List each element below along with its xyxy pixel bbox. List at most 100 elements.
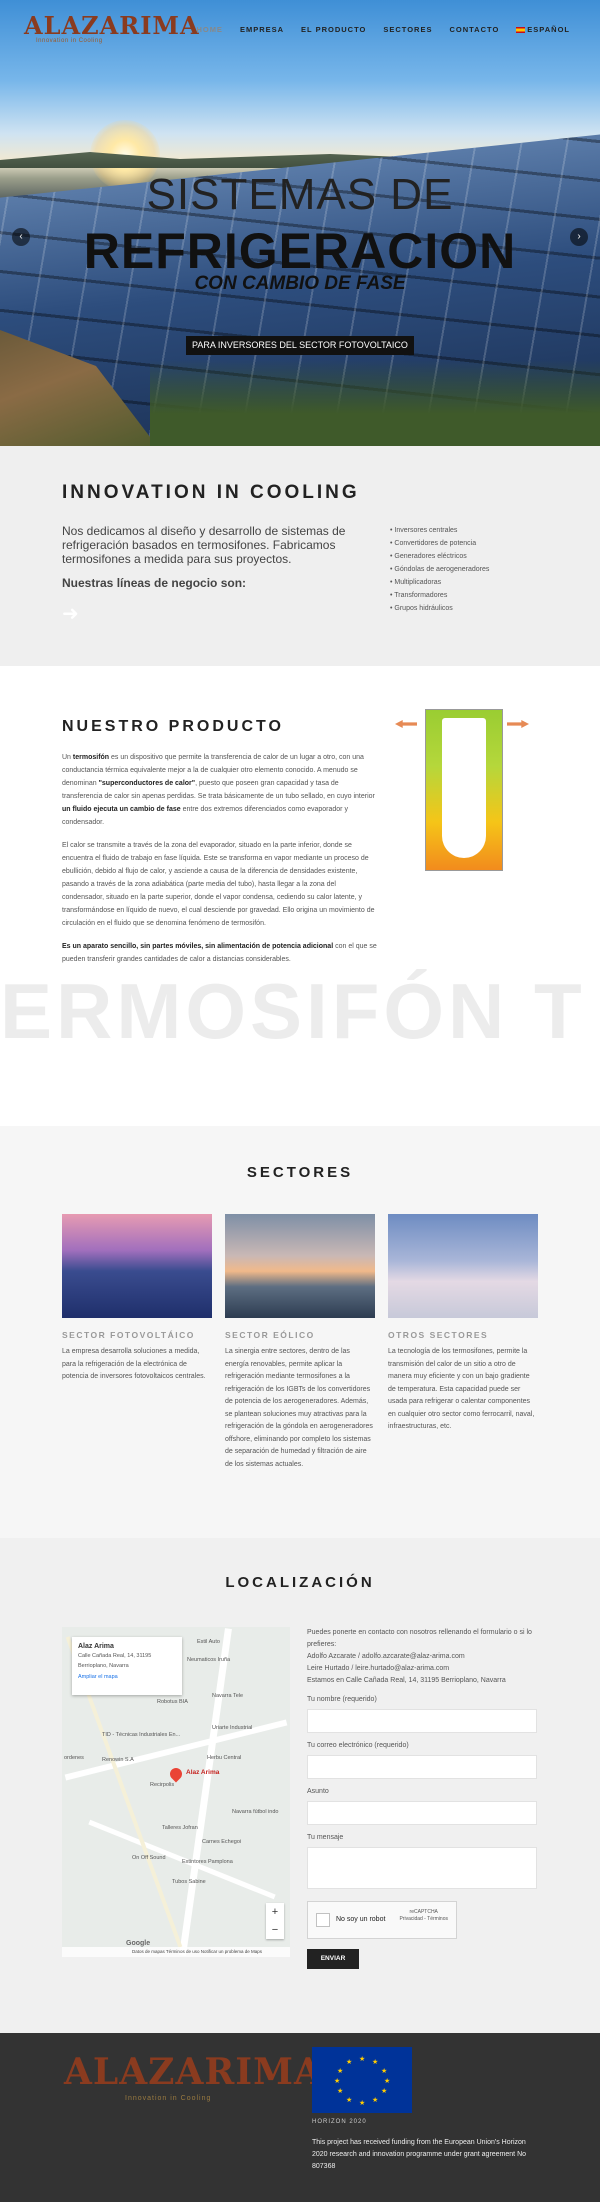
map-pin-icon[interactable] <box>167 1765 185 1783</box>
location-section: LOCALIZACIÓN Alaz Arima Calle Cañada Rea… <box>0 1538 600 2033</box>
sector-card-pv: SECTOR FOTOVOLTÁICO La empresa desarroll… <box>62 1214 212 1384</box>
recaptcha-checkbox[interactable] <box>316 1913 330 1927</box>
hero-slider: SISTEMAS DE REFRIGERACION CON CAMBIO DE … <box>0 0 600 446</box>
language-selector[interactable]: ESPAÑOL <box>516 25 570 34</box>
map-label: Herbu Central <box>207 1755 242 1761</box>
nav-home[interactable]: HOME <box>196 25 223 34</box>
map-label: On Off Sound <box>132 1855 166 1861</box>
recaptcha-label: No soy un robot <box>336 1916 386 1923</box>
slider-prev-icon[interactable]: ‹ <box>12 228 30 246</box>
hero-cta-button[interactable]: PARA INVERSORES DEL SECTOR FOTOVOLTAICO <box>186 336 414 355</box>
hero-title-line1: SISTEMAS DE <box>146 170 454 219</box>
list-item: Grupos hidráulicos <box>390 602 489 615</box>
contact-person-2: Leire Hurtado / leire.hurtado@alaz-arima… <box>307 1665 450 1672</box>
business-lines-list: Inversores centrales Convertidores de po… <box>390 524 489 615</box>
contact-intro: Puedes ponerte en contacto con nosotros … <box>307 1627 537 1687</box>
horizon-2020-label: HORIZON 2020 <box>312 2119 367 2125</box>
list-item: Generadores eléctricos <box>390 550 489 563</box>
map-label: Carnes Echegoi <box>202 1839 242 1845</box>
product-title: NUESTRO PRODUCTO <box>62 718 284 735</box>
zoom-out-button[interactable]: − <box>266 1921 284 1939</box>
place-address-1: Calle Cañada Real, 14, 31195 <box>78 1653 152 1659</box>
nav-empresa[interactable]: EMPRESA <box>240 25 284 34</box>
sector-text: La sinergia entre sectores, dentro de la… <box>225 1348 373 1468</box>
map-footer[interactable]: Datos de mapas Términos de uso Notificar… <box>62 1947 290 1957</box>
sector-text: La tecnología de los termosifones, permi… <box>388 1348 535 1430</box>
nav-sectores[interactable]: SECTORES <box>383 25 432 34</box>
product-paragraph-2: El calor se transmite a través de la zon… <box>62 842 375 927</box>
recaptcha-logo: reCAPTCHA Privacidad - Términos <box>399 1909 448 1923</box>
subject-input[interactable] <box>307 1801 537 1825</box>
map-road <box>179 1628 232 1956</box>
language-label: ESPAÑOL <box>527 25 570 34</box>
solar-panels-photo <box>62 1214 212 1318</box>
spain-flag-icon <box>516 27 526 34</box>
contact-address: Estamos en Calle Cañada Real, 14, 31195 … <box>307 1677 506 1684</box>
thermosiphon-watermark: ERMOSIFÓN T <box>0 967 586 1055</box>
logo-mark: ALAZARIMA <box>24 11 200 40</box>
product-paragraph-3: Es un aparato sencillo, sin partes móvil… <box>62 943 377 963</box>
sectors-section: SECTORES SECTOR FOTOVOLTÁICO La empresa … <box>0 1126 600 1538</box>
innovation-title: INNOVATION IN COOLING <box>62 482 360 503</box>
sector-title: SECTOR FOTOVOLTÁICO <box>62 1330 195 1340</box>
subject-label: Asunto <box>307 1788 329 1795</box>
message-textarea[interactable] <box>307 1847 537 1889</box>
funding-notice: This project has received funding from t… <box>312 2139 527 2170</box>
product-text: Un termosifón es un dispositivo que perm… <box>62 751 377 976</box>
map-label: Navarra Tele <box>212 1693 244 1699</box>
footer-tagline: Innovation in Cooling <box>125 2095 212 2102</box>
wind-turbines-photo <box>225 1214 375 1318</box>
nav-producto[interactable]: EL PRODUCTO <box>301 25 366 34</box>
sector-card-wind: SECTOR EÓLICO La sinergia entre sectores… <box>225 1214 375 1471</box>
innovation-section: INNOVATION IN COOLING Nos dedicamos al d… <box>0 446 600 666</box>
pin-label: Alaz Arima <box>186 1769 220 1776</box>
map-label: Recirpolis <box>150 1782 175 1788</box>
list-item: Góndolas de aerogeneradores <box>390 563 489 576</box>
sector-title: SECTOR EÓLICO <box>225 1330 315 1340</box>
contact-form: Puedes ponerte en contacto con nosotros … <box>307 1627 537 1969</box>
map-label: Estil Auto <box>197 1639 220 1645</box>
email-input[interactable] <box>307 1755 537 1779</box>
list-item: Transformadores <box>390 589 489 602</box>
recaptcha-links[interactable]: Privacidad - Términos <box>399 1916 448 1923</box>
map-label: TID - Técnicas Industriales En... <box>102 1732 181 1738</box>
pipeline-photo <box>388 1214 538 1318</box>
zoom-in-button[interactable]: + <box>266 1903 284 1921</box>
map-label: ordenes <box>64 1755 84 1761</box>
map-label: Navarra fútbol indo <box>232 1809 279 1815</box>
sector-title: OTROS SECTORES <box>388 1330 489 1340</box>
arrow-right-icon[interactable]: ➜ <box>62 601 79 626</box>
place-name: Alaz Arima <box>78 1643 114 1650</box>
logo[interactable]: ALAZARIMA Innovation in Cooling <box>24 11 200 45</box>
thermosiphon-diagram <box>425 709 503 871</box>
location-title: LOCALIZACIÓN <box>225 1574 375 1591</box>
send-button[interactable]: ENVIAR <box>307 1949 359 1969</box>
top-nav: ALAZARIMA Innovation in Cooling HOME EMP… <box>0 0 600 60</box>
hero-title-line3: CON CAMBIO DE FASE <box>194 273 406 294</box>
recaptcha: No soy un robot reCAPTCHA Privacidad - T… <box>307 1901 457 1939</box>
map-label: Uriarte Industrial <box>212 1725 253 1731</box>
footer: ALAZARIMA Innovation in Cooling ★ ★ ★ ★ … <box>0 2033 600 2202</box>
map-label: Renowin S.A <box>102 1757 134 1763</box>
innovation-lead: Nos dedicamos al diseño y desarrollo de … <box>62 524 346 566</box>
email-label: Tu correo electrónico (requerido) <box>307 1742 409 1749</box>
contact-person-1: Adolfo Azcarate / adolfo.azcarate@alaz-a… <box>307 1653 465 1660</box>
map-label: Extintores Pamplona <box>182 1859 233 1865</box>
name-label: Tu nombre (requerido) <box>307 1696 377 1703</box>
list-item: Multiplicadoras <box>390 576 489 589</box>
recaptcha-brand: reCAPTCHA <box>409 1909 438 1915</box>
slider-next-icon[interactable]: › <box>570 228 588 246</box>
enlarge-map-link[interactable]: Ampliar el mapa <box>78 1674 176 1680</box>
list-item: Inversores centrales <box>390 524 489 537</box>
heat-out-arrow-icon <box>507 720 529 728</box>
nav-contacto[interactable]: CONTACTO <box>449 25 499 34</box>
main-menu: HOME EMPRESA EL PRODUCTO SECTORES CONTAC… <box>196 25 570 34</box>
product-section: ERMOSIFÓN T NUESTRO PRODUCTO Un termosif… <box>0 666 600 1126</box>
sectors-title: SECTORES <box>246 1164 354 1181</box>
name-input[interactable] <box>307 1709 537 1733</box>
footer-logo[interactable]: ALAZARIMA <box>64 2051 323 2093</box>
heat-in-arrow-icon <box>395 720 417 728</box>
google-logo: Google <box>126 1940 151 1947</box>
list-item: Convertidores de potencia <box>390 537 489 550</box>
google-map[interactable]: Alaz Arima Calle Cañada Real, 14, 31195 … <box>62 1627 290 1957</box>
